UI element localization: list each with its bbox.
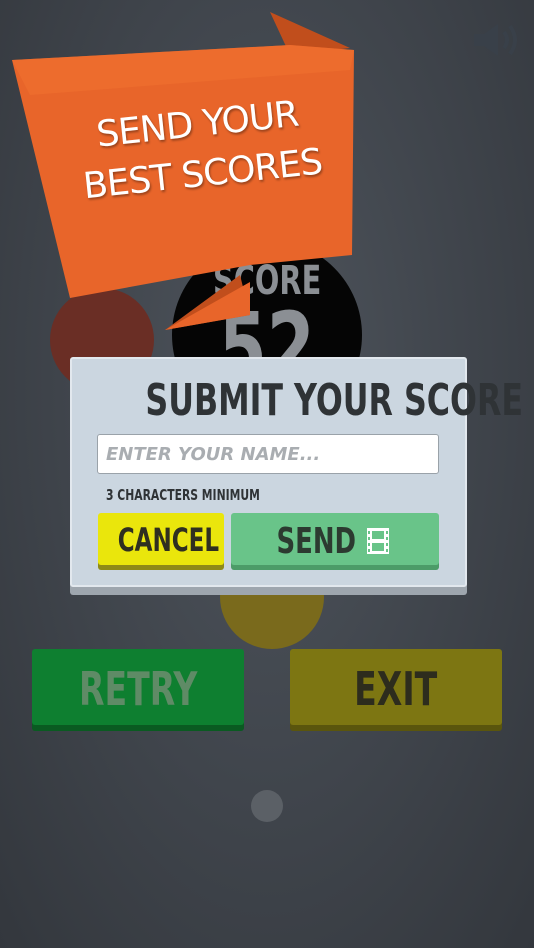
name-input[interactable] <box>97 434 439 474</box>
dialog-title: SUBMIT YOUR SCORE <box>145 375 523 426</box>
film-icon <box>367 528 389 554</box>
exit-button-label: EXIT <box>354 662 438 716</box>
pager-dot <box>251 790 283 822</box>
submit-score-dialog: SUBMIT YOUR SCORE 3 CHARACTERS MINIMUM C… <box>70 357 523 587</box>
retry-button-label: RETRY <box>78 662 198 716</box>
cancel-button-label: CANCEL <box>117 521 220 559</box>
send-button[interactable]: SEND <box>231 513 439 565</box>
retry-button[interactable]: RETRY <box>32 649 244 725</box>
exit-button[interactable]: EXIT <box>290 649 502 725</box>
cancel-button[interactable]: CANCEL <box>98 513 224 565</box>
send-button-label: SEND <box>276 521 357 562</box>
name-hint: 3 CHARACTERS MINIMUM <box>106 486 260 504</box>
speaker-icon[interactable] <box>470 20 522 60</box>
